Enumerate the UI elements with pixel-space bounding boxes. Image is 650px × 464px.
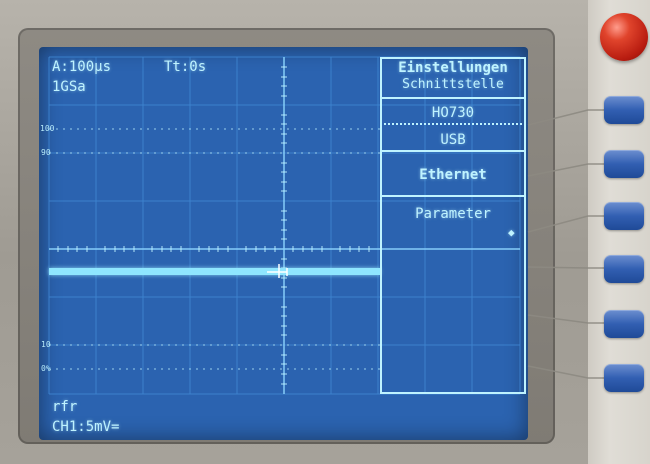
menu-item-parameter[interactable]: Parameter [380,207,526,221]
menu-item-usb[interactable]: USB [380,133,526,147]
channel-setting-readout: CH1:5mV= [52,419,120,435]
trigger-time-readout: Tt:0s [164,59,207,75]
graticule-label-0: 0% [41,364,51,373]
softkey-panel [588,0,650,464]
softkey-6-button[interactable] [604,364,644,392]
menu-divider [380,195,526,197]
menu-divider [380,123,526,125]
menu-subtitle: Schnittstelle [402,77,504,92]
trigger-marker-icon [267,264,288,278]
sample-rate-readout: 1GSa [52,79,86,95]
menu-item-ho730[interactable]: HO730 [380,106,526,120]
softkey-2-button[interactable] [604,150,644,178]
softkey-1-button[interactable] [604,96,644,124]
graticule-label-90: 90 [41,148,51,157]
diamond-arrow-icon: ◆ [508,226,515,239]
menu-divider [380,97,526,99]
softkey-3-button[interactable] [604,202,644,230]
menu-title: Einstellungen [398,60,508,76]
menu-item-ethernet[interactable]: Ethernet [380,168,526,182]
menu-divider [380,150,526,152]
time-base-readout: A:100µs [52,59,112,75]
graticule-label-10: 10 [41,340,51,349]
power-button-icon[interactable] [600,13,648,61]
graticule-label-100: 100 [40,124,55,133]
softkey-5-button[interactable] [604,310,644,338]
channel-trace [49,268,380,275]
oscilloscope-screen: A:100µs Tt:0s 1GSa 100 90 10 0% rfr CH1:… [39,47,528,440]
acquisition-mode-readout: rfr [52,399,78,415]
softkey-4-button[interactable] [604,255,644,283]
